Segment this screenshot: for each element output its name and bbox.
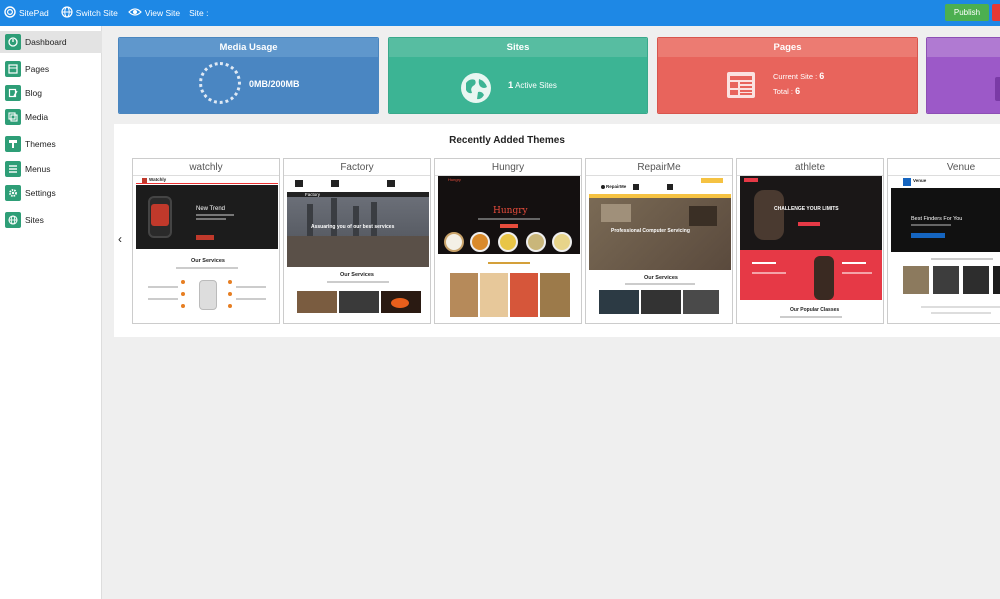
theme-name: athlete <box>737 159 883 176</box>
theme-logo: RepairMe <box>606 184 627 189</box>
theme-headline: Professional Computer Servicing <box>611 228 690 234</box>
pages-card[interactable]: Pages Current Site : 6 Total : 6 <box>657 37 918 114</box>
sidebar-item-label: Settings <box>25 188 56 198</box>
globe-icon <box>5 212 21 228</box>
settings-gear-icon <box>5 185 21 201</box>
blog-icon <box>5 85 21 101</box>
theme-name: RepairMe <box>586 159 732 176</box>
pages-icon <box>5 61 21 77</box>
view-site-button[interactable]: View Site <box>127 0 181 26</box>
theme-headline: Assuaring you of our best services <box>311 224 395 230</box>
sidebar-item-label: Dashboard <box>25 37 67 47</box>
view-site-label: View Site <box>144 8 181 18</box>
sidebar-item-label: Sites <box>25 215 44 225</box>
recent-themes-title: Recently Added Themes <box>449 135 565 146</box>
theme-logo: Watchly <box>149 177 167 182</box>
theme-thumbnail: Venue Best Finders For You <box>891 176 1000 322</box>
sidebar-item-sites[interactable]: Sites <box>0 209 102 231</box>
extra-stat-card[interactable] <box>926 37 1000 114</box>
sidebar-item-settings[interactable]: Settings <box>0 182 102 204</box>
total-pages-label: Total : <box>773 87 794 96</box>
sitepad-logo[interactable]: SitePad <box>4 0 49 26</box>
theme-name: Hungry <box>435 159 581 176</box>
theme-name: Factory <box>284 159 430 176</box>
switch-site-button[interactable]: Switch Site <box>61 0 118 26</box>
theme-thumbnail: Factory Assuaring you of our best servic… <box>287 176 429 322</box>
sidebar-item-label: Themes <box>25 139 56 149</box>
current-site-pages-label: Current Site : <box>773 72 818 81</box>
menus-icon <box>5 161 21 177</box>
theme-card-hungry[interactable]: Hungry Hungry Hungry <box>434 158 582 324</box>
total-pages-value: 6 <box>795 86 801 96</box>
theme-section-title: Our Services <box>191 258 225 264</box>
theme-logo: Venue <box>913 178 927 183</box>
theme-card-athlete[interactable]: athlete CHALLENGE YOUR LIMITS Our Popula… <box>736 158 884 324</box>
theme-card-watchly[interactable]: watchly Watchly New Trend Our Services <box>132 158 280 324</box>
theme-headline: CHALLENGE YOUR LIMITS <box>774 206 839 212</box>
sidebar-item-label: Menus <box>25 164 51 174</box>
pages-title: Pages <box>658 38 917 57</box>
theme-thumbnail: Hungry Hungry <box>438 176 580 322</box>
theme-headline: Best Finders For You <box>911 216 963 222</box>
switch-site-label: Switch Site <box>75 8 118 18</box>
current-site-label: Site : <box>189 8 209 18</box>
sidebar-item-label: Blog <box>25 88 43 98</box>
sites-card[interactable]: Sites 1 Active Sites <box>388 37 648 114</box>
theme-logo: Hungry <box>448 177 461 182</box>
media-usage-title: Media Usage <box>119 38 378 57</box>
theme-card-factory[interactable]: Factory Factory Assuaring you of our bes… <box>283 158 431 324</box>
dashboard-icon <box>5 34 21 50</box>
theme-section-title: Our Services <box>644 275 678 281</box>
media-usage-gauge <box>199 62 241 104</box>
sidebar-item-themes[interactable]: Themes <box>0 133 102 155</box>
media-usage-value: 0MB/200MB <box>249 79 300 89</box>
media-icon <box>5 109 21 125</box>
sidebar-item-label: Pages <box>25 64 50 74</box>
theme-headline: New Trend <box>196 206 226 212</box>
sidebar-item-menus[interactable]: Menus <box>0 158 102 180</box>
theme-thumbnail: RepairMe Professional Computer Servicing… <box>589 176 731 322</box>
eye-icon <box>127 7 142 19</box>
sidebar-item-pages[interactable]: Pages <box>0 58 102 80</box>
media-usage-card[interactable]: Media Usage 0MB/200MB <box>118 37 379 114</box>
top-bar: SitePad Switch Site View Site Site : Pub… <box>0 0 1000 26</box>
theme-name: watchly <box>133 159 279 176</box>
extra-card-icon <box>995 77 1000 101</box>
sidebar-item-media[interactable]: Media <box>0 106 102 128</box>
theme-card-venue[interactable]: Venue Venue Best Finders For You <box>887 158 1000 324</box>
dashboard-content: Media Usage 0MB/200MB Sites 1 Active Sit… <box>102 26 1000 599</box>
sidebar-item-blog[interactable]: Blog <box>0 82 102 104</box>
theme-section-title: Our Services <box>340 272 374 278</box>
recent-themes-panel: Recently Added Themes ‹ watchly Watchly … <box>114 124 1000 337</box>
sitepad-logo-icon <box>4 6 16 20</box>
theme-thumbnail: Watchly New Trend Our Services <box>136 176 278 322</box>
theme-name: Venue <box>888 159 1000 176</box>
sitepad-label: SitePad <box>19 8 49 18</box>
sidebar-item-dashboard[interactable]: Dashboard <box>0 31 102 53</box>
active-sites-label: Active Sites <box>515 81 557 90</box>
theme-card-repairme[interactable]: RepairMe RepairMe Professional Computer … <box>585 158 733 324</box>
active-sites-count: 1 <box>508 80 514 91</box>
globe-icon <box>61 6 73 20</box>
sidebar: Dashboard Pages Blog Media Themes Menus … <box>0 26 102 599</box>
globe-icon <box>460 72 492 107</box>
sites-title: Sites <box>389 38 647 57</box>
carousel-prev-arrow-icon[interactable]: ‹ <box>118 232 122 246</box>
publish-button[interactable]: Publish <box>945 4 989 21</box>
current-site-pages-value: 6 <box>819 71 825 81</box>
sidebar-item-label: Media <box>25 112 49 122</box>
theme-thumbnail: CHALLENGE YOUR LIMITS Our Popular Classe… <box>740 176 882 322</box>
themes-icon <box>5 136 21 152</box>
theme-headline: Hungry <box>493 206 528 216</box>
theme-section-title: Our Popular Classes <box>790 307 840 313</box>
page-layout-icon <box>726 71 756 102</box>
extra-red-button[interactable] <box>992 4 1000 21</box>
